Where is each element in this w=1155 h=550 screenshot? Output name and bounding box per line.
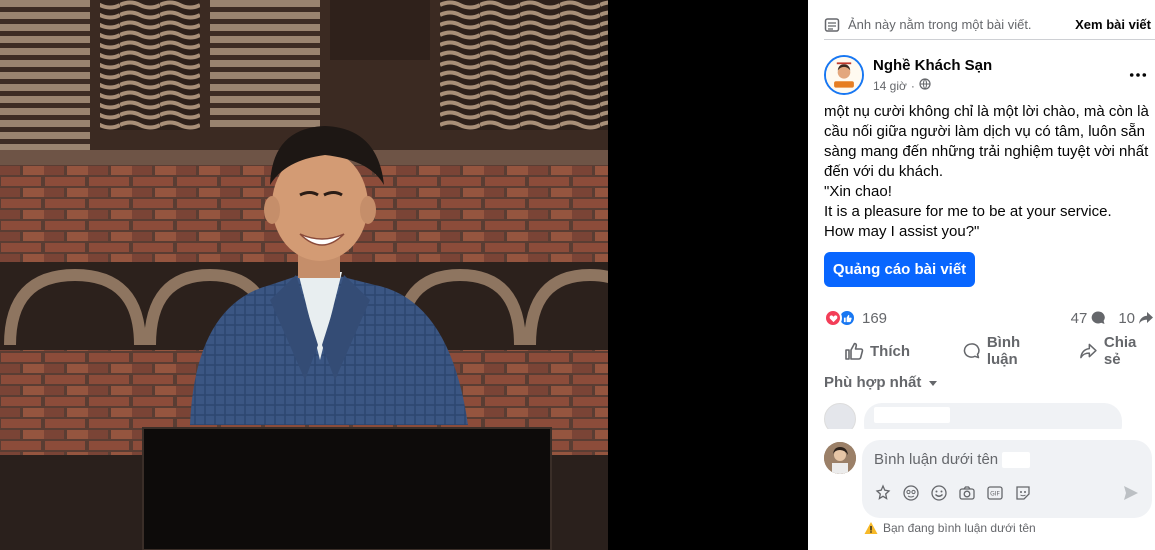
sparkle-star-icon <box>875 484 891 500</box>
comment-input-placeholder: Bình luận dưới tên <box>874 451 999 468</box>
comment-sort-filter[interactable]: Phù hợp nhất <box>824 374 939 391</box>
avatar-face-icon <box>903 485 919 501</box>
page-avatar[interactable] <box>824 55 864 95</box>
gif-icon: GIF <box>987 486 1003 500</box>
post-side-panel: Ảnh này nằm trong một bài viết. Xem bài … <box>808 0 1155 550</box>
comment-count-value: 47 <box>1070 309 1088 327</box>
comment-bubble-icon <box>1091 311 1106 324</box>
share-arrow-icon <box>1139 312 1153 324</box>
comment-label: Bình luận <box>986 334 1021 368</box>
more-options-button[interactable] <box>1126 63 1150 87</box>
post-actions: Thích Bình luận Chia sẻ <box>824 334 1154 368</box>
warning-icon <box>864 522 878 534</box>
post-text: một nụ cười không chỉ là một lời chào, m… <box>824 102 1154 242</box>
promote-post-button[interactable]: Quảng cáo bài viết <box>824 252 975 287</box>
share-count[interactable]: 10 <box>1118 310 1154 327</box>
share-button[interactable]: Chia sẻ <box>1079 334 1154 368</box>
page-name[interactable]: Nghề Khách Sạn <box>873 57 1126 74</box>
share-icon <box>1080 343 1097 359</box>
dot-separator: · <box>910 78 915 93</box>
svg-text:GIF: GIF <box>990 491 1000 498</box>
notice-text: Ảnh này nằm trong một bài viết. <box>848 17 1032 32</box>
reaction-count[interactable]: 169 <box>862 310 1059 327</box>
engagement-stats: 169 47 10 <box>824 306 1154 330</box>
comment-bubble <box>864 403 1122 429</box>
post-text-line: How may I assist you?" <box>824 223 980 240</box>
post-time[interactable]: 14 giờ <box>873 79 907 93</box>
send-comment-button[interactable] <box>1122 484 1140 502</box>
comment-sort-label: Phù hợp nhất <box>824 374 922 391</box>
post-text-line: It is a pleasure for me to be at your se… <box>824 203 1112 220</box>
photo-in-post-notice: Ảnh này nằm trong một bài viết. Xem bài … <box>824 10 1155 40</box>
sticker-icon <box>1016 486 1030 500</box>
comment-composer: Bình luận dưới tên GIF <box>824 440 1154 520</box>
comment-preview <box>824 403 1154 429</box>
avatar-button[interactable] <box>902 484 920 502</box>
share-label: Chia sẻ <box>1103 334 1137 368</box>
like-label: Thích <box>870 342 910 360</box>
comment-input[interactable]: Bình luận dưới tên GIF <box>862 440 1152 518</box>
comment-button[interactable]: Bình luận <box>962 334 1051 368</box>
globe-icon <box>919 78 931 93</box>
thumbs-up-icon <box>845 342 864 360</box>
commenter-avatar[interactable] <box>824 403 856 429</box>
share-count-value: 10 <box>1118 309 1135 327</box>
post-photo <box>0 0 608 550</box>
love-reaction-icon <box>824 309 842 327</box>
gif-button[interactable]: GIF <box>986 484 1004 502</box>
see-post-link[interactable]: Xem bài viết <box>1075 17 1151 32</box>
post-header: Nghề Khách Sạn 14 giờ · <box>824 55 1154 99</box>
composer-toolbar: GIF <box>874 484 1032 502</box>
comment-identity-warning: Bạn đang bình luận dưới tên <box>864 521 1036 535</box>
commenter-name-redacted <box>874 407 950 423</box>
like-button[interactable]: Thích <box>844 341 910 361</box>
post-icon <box>824 17 840 33</box>
avatar-sticker-button[interactable] <box>874 484 892 502</box>
post-text-line: một nụ cười không chỉ là một lời chào, m… <box>824 103 1149 180</box>
emoji-icon <box>931 485 947 501</box>
current-user-avatar[interactable] <box>824 442 856 474</box>
comment-icon <box>963 343 980 359</box>
send-icon <box>1124 486 1138 500</box>
reaction-icons[interactable] <box>824 309 856 327</box>
caret-down-icon <box>929 380 938 386</box>
sticker-button[interactable] <box>1014 484 1032 502</box>
camera-icon <box>959 486 975 500</box>
more-dots-icon <box>1129 73 1147 77</box>
post-text-line: "Xin chao! <box>824 183 892 200</box>
photo-button[interactable] <box>958 484 976 502</box>
photo-viewer <box>0 0 808 550</box>
warning-text: Bạn đang bình luận dưới tên <box>883 521 1036 535</box>
comment-count[interactable]: 47 <box>1071 310 1107 327</box>
emoji-button[interactable] <box>930 484 948 502</box>
user-name-redacted <box>1002 451 1031 468</box>
